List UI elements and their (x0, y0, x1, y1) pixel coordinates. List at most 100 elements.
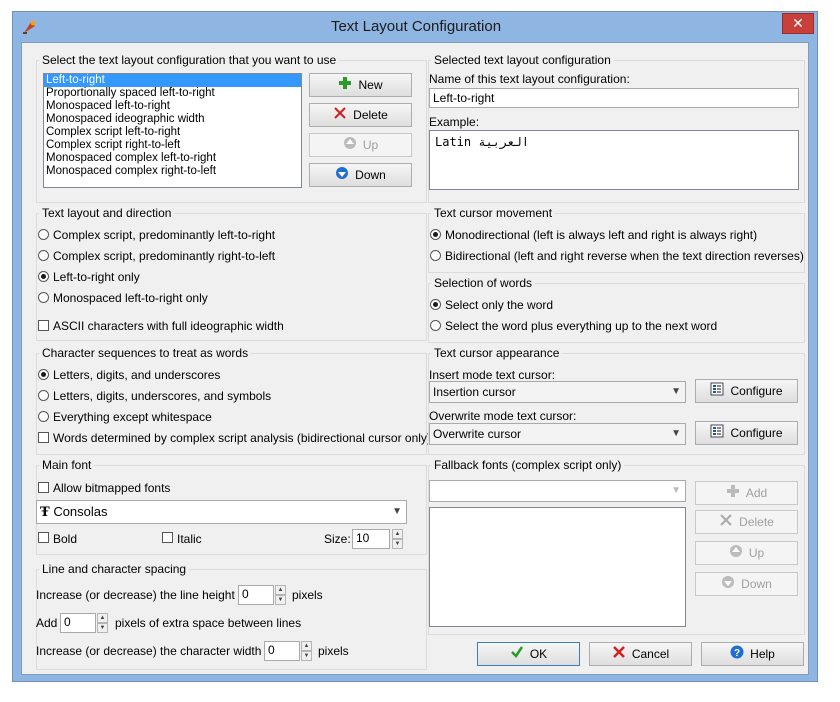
char-width-unit: pixels (318, 644, 349, 658)
radio-monodirectional[interactable] (430, 229, 441, 240)
ascii-checkbox[interactable] (38, 320, 49, 331)
new-button[interactable]: New (309, 73, 412, 97)
radio-letters-digits[interactable] (38, 369, 49, 380)
bitmapped-checkbox[interactable] (38, 482, 49, 493)
radio-label: Monodirectional (left is always left and… (445, 228, 758, 242)
extra-space-unit: pixels of extra space between lines (115, 616, 302, 630)
size-down-button[interactable]: ▼ (392, 539, 403, 549)
radio-non-whitespace[interactable] (38, 411, 49, 422)
cancel-button[interactable]: Cancel (589, 642, 692, 666)
example-label: Example: (429, 115, 480, 129)
complex-analysis-checkbox[interactable] (38, 432, 49, 443)
size-input[interactable]: 10 (352, 529, 390, 549)
char-width-down-button[interactable]: ▼ (301, 651, 312, 661)
ok-button[interactable]: OK (477, 642, 580, 666)
radio-label: Complex script, predominantly left-to-ri… (53, 228, 276, 242)
radio-label: Letters, digits, and underscores (53, 368, 221, 382)
ok-label: OK (529, 647, 548, 661)
configure-insert-button[interactable]: Configure (695, 379, 798, 403)
delete-label: Delete (353, 108, 388, 122)
extra-space-up-button[interactable]: ▲ (97, 613, 108, 623)
list-item[interactable]: Proportionally spaced left-to-right (44, 87, 301, 100)
fallback-delete-button[interactable]: Delete (695, 510, 798, 534)
arrow-up-icon (729, 543, 743, 565)
configure-icon (710, 381, 724, 403)
checkbox-label: Bold (53, 532, 78, 546)
list-item[interactable]: Monospaced left-to-right (44, 100, 301, 113)
add-label: Add (745, 486, 768, 500)
dialog-client: Select the text layout configuration tha… (21, 42, 809, 675)
delete-x-icon (719, 512, 733, 534)
help-label: Help (750, 647, 775, 661)
list-item[interactable]: Left-to-right (44, 74, 301, 87)
italic-checkbox[interactable] (162, 532, 173, 543)
radio-ltr-only[interactable] (38, 271, 49, 282)
delete-button[interactable]: Delete (309, 103, 412, 127)
fallback-combo[interactable]: ▼ (429, 480, 686, 502)
plus-icon (726, 483, 740, 505)
fallback-down-button[interactable]: Down (695, 572, 798, 596)
fallback-add-button[interactable]: Add (695, 481, 798, 505)
list-item[interactable]: Monospaced complex left-to-right (44, 152, 301, 165)
arrow-down-icon (335, 165, 349, 187)
group-label: Main font (39, 458, 95, 472)
radio-complex-ltr[interactable] (38, 229, 49, 240)
chevron-down-icon: ▼ (392, 506, 402, 517)
line-height-up-button[interactable]: ▲ (275, 585, 286, 595)
group-label: Text cursor movement (431, 206, 556, 220)
fallback-listbox[interactable] (429, 507, 686, 627)
radio-select-word-plus[interactable] (430, 320, 441, 331)
window-title: Text Layout Configuration (330, 18, 502, 35)
list-item[interactable]: Monospaced ideographic width (44, 113, 301, 126)
list-item[interactable]: Complex script left-to-right (44, 126, 301, 139)
name-input[interactable]: Left-to-right (429, 88, 799, 108)
fallback-up-button[interactable]: Up (695, 541, 798, 565)
radio-select-word[interactable] (430, 299, 441, 310)
radio-label: Left-to-right only (53, 270, 140, 284)
list-item[interactable]: Monospaced complex right-to-left (44, 165, 301, 178)
insert-cursor-combo[interactable]: Insertion cursor ▼ (429, 381, 686, 403)
group-label: Selected text layout configuration (431, 53, 614, 67)
close-icon: ✕ (792, 15, 804, 31)
char-width-up-button[interactable]: ▲ (301, 641, 312, 651)
radio-letters-symbols[interactable] (38, 390, 49, 401)
overwrite-cursor-combo[interactable]: Overwrite cursor ▼ (429, 423, 686, 445)
main-font-combo[interactable]: Ŧ Consolas ▼ (36, 500, 407, 524)
config-listbox[interactable]: Left-to-right Proportionally spaced left… (43, 73, 302, 188)
radio-mono-ltr[interactable] (38, 292, 49, 303)
bold-checkbox[interactable] (38, 532, 49, 543)
cancel-label: Cancel (631, 647, 670, 661)
line-height-unit: pixels (292, 588, 323, 602)
delete-x-icon (612, 644, 626, 666)
size-up-button[interactable]: ▲ (392, 529, 403, 539)
checkbox-label: ASCII characters with full ideographic w… (53, 319, 284, 333)
up-button[interactable]: Up (309, 133, 412, 157)
radio-label: Letters, digits, underscores, and symbol… (53, 389, 272, 403)
line-height-down-button[interactable]: ▼ (275, 595, 286, 605)
list-item[interactable]: Complex script right-to-left (44, 139, 301, 152)
radio-label: Everything except whitespace (53, 410, 212, 424)
line-height-input[interactable]: 0 (238, 585, 274, 605)
group-label: Text cursor appearance (431, 346, 563, 360)
checkbox-label: Words determined by complex script analy… (53, 431, 431, 445)
help-button[interactable]: ? Help (701, 642, 804, 666)
checkbox-label: Allow bitmapped fonts (53, 481, 171, 495)
extra-space-down-button[interactable]: ▼ (97, 623, 108, 633)
radio-bidirectional[interactable] (430, 250, 441, 261)
char-width-label: Increase (or decrease) the character wid… (36, 644, 278, 658)
char-width-input[interactable]: 0 (264, 641, 300, 661)
svg-text:?: ? (734, 648, 740, 659)
radio-label: Complex script, predominantly right-to-l… (53, 249, 276, 263)
radio-complex-rtl[interactable] (38, 250, 49, 261)
up-label: Up (748, 546, 765, 560)
delete-x-icon (333, 105, 347, 127)
configure-overwrite-button[interactable]: Configure (695, 421, 798, 445)
check-icon (510, 644, 524, 666)
extra-space-input[interactable]: 0 (60, 613, 96, 633)
down-button[interactable]: Down (309, 163, 412, 187)
checkbox-label: Italic (177, 532, 202, 546)
example-textbox[interactable]: Latin العربية (429, 130, 799, 190)
group-label: Fallback fonts (complex script only) (431, 458, 625, 472)
close-button[interactable]: ✕ (782, 13, 814, 34)
combo-value: Consolas (53, 504, 108, 519)
